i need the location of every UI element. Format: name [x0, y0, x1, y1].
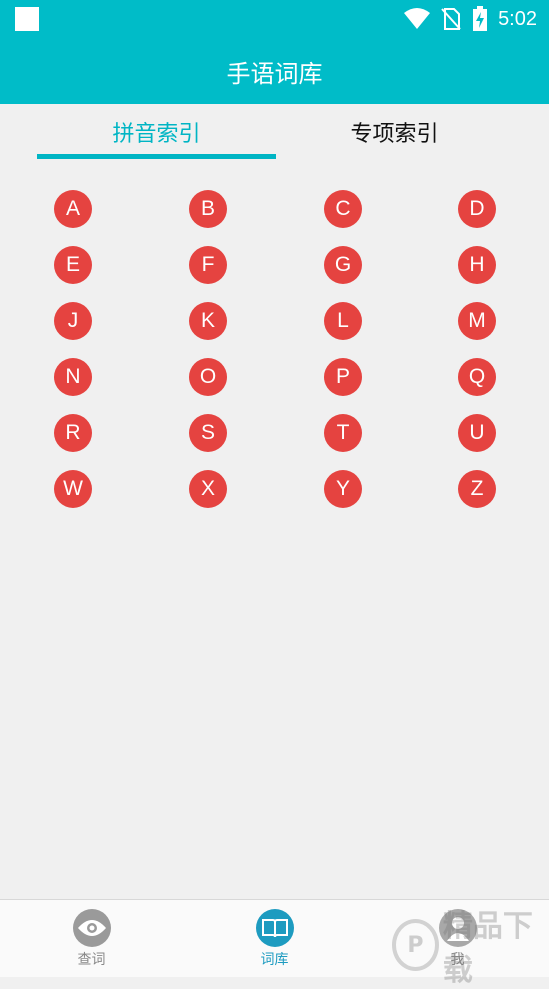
tab-pinyin-index[interactable]: 拼音索引	[37, 104, 276, 160]
letter-button-e[interactable]: E	[54, 246, 92, 284]
letter-button-o[interactable]: O	[189, 358, 227, 396]
nav-me[interactable]: 我	[366, 900, 549, 977]
nav-library[interactable]: 词库	[183, 900, 366, 977]
letter-button-n[interactable]: N	[54, 358, 92, 396]
active-tab-indicator	[37, 154, 276, 159]
letter-button-u[interactable]: U	[458, 414, 496, 452]
tab-topic-index[interactable]: 专项索引	[275, 104, 514, 160]
notification-icon	[15, 7, 39, 31]
index-tabs: 拼音索引 专项索引	[0, 104, 549, 160]
status-icons: 5:02	[404, 6, 537, 32]
wifi-icon	[404, 8, 431, 29]
eye-icon	[72, 909, 111, 947]
letter-button-r[interactable]: R	[54, 414, 92, 452]
letter-button-d[interactable]: D	[458, 190, 496, 228]
letter-button-f[interactable]: F	[189, 246, 227, 284]
letter-button-a[interactable]: A	[54, 190, 92, 228]
letter-button-l[interactable]: L	[324, 302, 362, 340]
letter-button-t[interactable]: T	[324, 414, 362, 452]
nav-me-label: 我	[450, 952, 465, 968]
letter-button-m[interactable]: M	[458, 302, 496, 340]
letter-button-c[interactable]: C	[324, 190, 362, 228]
letter-button-h[interactable]: H	[458, 246, 496, 284]
page-title: 手语词库	[226, 59, 323, 88]
letter-button-y[interactable]: Y	[324, 470, 362, 508]
status-bar: 5:02	[0, 0, 549, 38]
letter-button-z[interactable]: Z	[458, 470, 496, 508]
no-sim-icon	[441, 8, 461, 30]
letter-button-j[interactable]: J	[54, 302, 92, 340]
nav-search[interactable]: 查词	[0, 900, 183, 977]
letter-button-b[interactable]: B	[189, 190, 227, 228]
letter-button-w[interactable]: W	[54, 470, 92, 508]
letter-button-g[interactable]: G	[324, 246, 362, 284]
letter-button-s[interactable]: S	[189, 414, 227, 452]
letter-button-p[interactable]: P	[324, 358, 362, 396]
letter-button-q[interactable]: Q	[458, 358, 496, 396]
status-time: 5:02	[498, 7, 537, 30]
nav-search-label: 查词	[77, 952, 106, 968]
letter-button-k[interactable]: K	[189, 302, 227, 340]
book-icon	[255, 909, 294, 947]
bottom-nav: 查词 词库 我	[0, 899, 549, 977]
letter-button-x[interactable]: X	[189, 470, 227, 508]
person-icon	[438, 909, 477, 947]
battery-charging-icon	[473, 6, 488, 31]
app-header: 手语词库	[0, 38, 549, 104]
nav-library-label: 词库	[260, 952, 289, 968]
